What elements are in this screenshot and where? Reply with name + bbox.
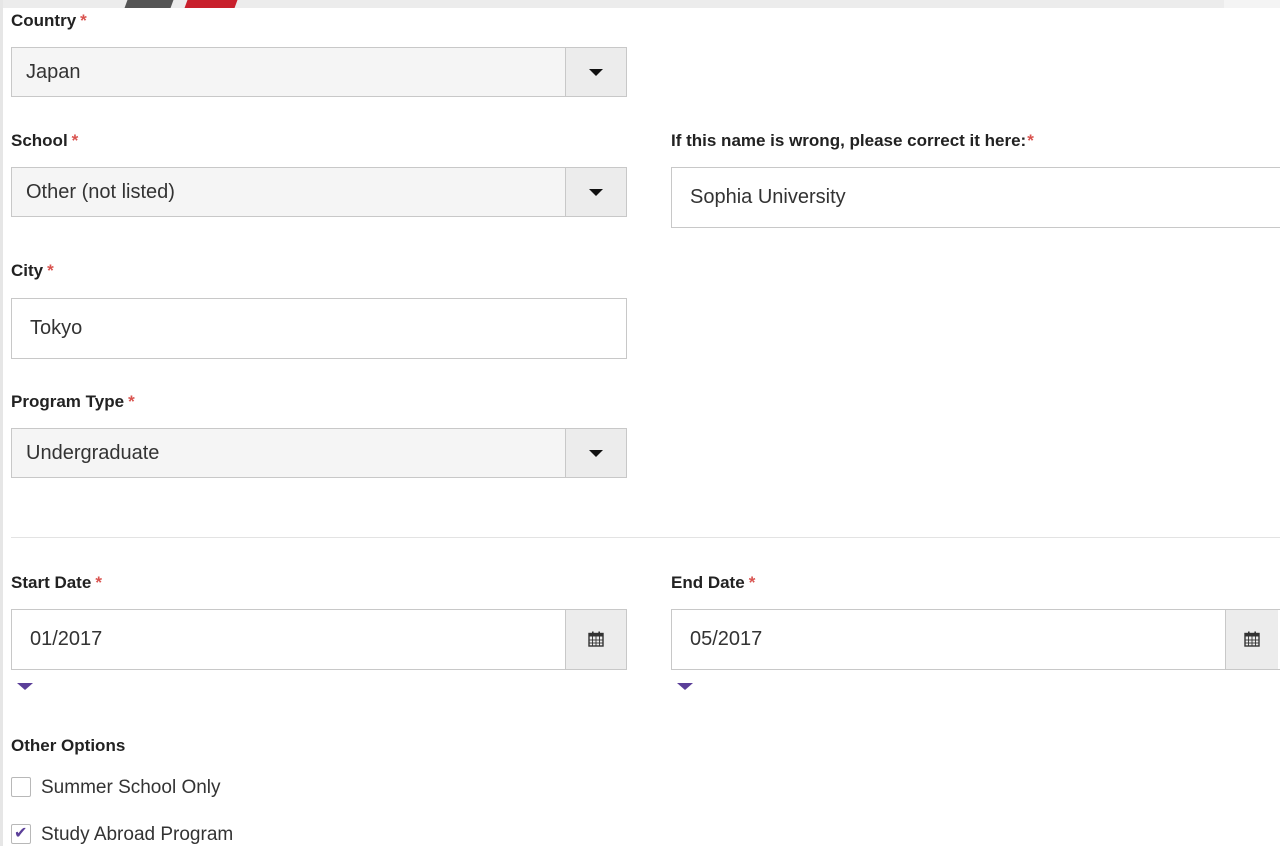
top-tab-dark bbox=[124, 0, 174, 8]
start-date-label: Start Date * bbox=[11, 573, 102, 593]
end-date-label-text: End Date bbox=[671, 573, 745, 592]
start-date-input-value: 01/2017 bbox=[30, 628, 103, 650]
school-select-value: Other (not listed) bbox=[26, 181, 175, 203]
required-marker: * bbox=[1027, 131, 1034, 150]
program-type-select-value: Undergraduate bbox=[26, 442, 160, 464]
start-date-dropdown-indicator-icon[interactable] bbox=[17, 683, 33, 690]
school-correction-input-value: Sophia University bbox=[690, 186, 846, 208]
end-date-calendar-button[interactable] bbox=[1225, 610, 1278, 669]
program-type-label-text: Program Type bbox=[11, 392, 125, 411]
top-tab-red bbox=[184, 0, 238, 8]
city-input-value: Tokyo bbox=[30, 317, 83, 339]
study-abroad-program-checkbox[interactable]: ✔ bbox=[11, 824, 31, 844]
program-type-select[interactable]: Undergraduate bbox=[11, 428, 627, 478]
top-right-edge bbox=[1224, 0, 1280, 8]
calendar-icon bbox=[1244, 631, 1260, 647]
required-marker: * bbox=[748, 573, 756, 592]
end-date-input[interactable]: 05/2017 bbox=[671, 609, 1280, 670]
country-label-text: Country bbox=[11, 11, 77, 30]
required-marker: * bbox=[128, 392, 135, 411]
country-select-value: Japan bbox=[26, 61, 81, 83]
start-date-input[interactable]: 01/2017 bbox=[11, 609, 627, 670]
end-date-label: End Date * bbox=[671, 573, 755, 593]
school-label: School * bbox=[11, 131, 78, 151]
chevron-down-icon bbox=[589, 450, 603, 457]
summer-school-only-checkbox[interactable] bbox=[11, 777, 31, 797]
city-input[interactable]: Tokyo bbox=[11, 298, 627, 359]
calendar-icon bbox=[588, 631, 604, 647]
required-marker: * bbox=[47, 261, 54, 280]
program-type-dropdown-button[interactable] bbox=[565, 429, 626, 477]
other-options-label-text: Other Options bbox=[11, 736, 126, 755]
application-form-page: Country * Japan School * Other (not listed… bbox=[0, 0, 1280, 846]
start-date-label-text: Start Date bbox=[11, 573, 92, 592]
start-date-calendar-button[interactable] bbox=[565, 610, 626, 669]
city-label-text: City bbox=[11, 261, 44, 280]
school-label-text: School bbox=[11, 131, 68, 150]
section-divider bbox=[11, 537, 1280, 538]
end-date-dropdown-indicator-icon[interactable] bbox=[677, 683, 693, 690]
school-dropdown-button[interactable] bbox=[565, 168, 626, 216]
checkmark-icon: ✔ bbox=[14, 825, 28, 842]
summer-school-only-label[interactable]: Summer School Only bbox=[41, 777, 221, 799]
school-select[interactable]: Other (not listed) bbox=[11, 167, 627, 217]
end-date-input-value: 05/2017 bbox=[690, 628, 763, 650]
required-marker: * bbox=[95, 573, 102, 592]
program-type-label: Program Type * bbox=[11, 392, 135, 412]
study-abroad-program-label[interactable]: Study Abroad Program bbox=[41, 824, 233, 846]
chevron-down-icon bbox=[589, 69, 603, 76]
required-marker: * bbox=[71, 131, 79, 150]
country-dropdown-button[interactable] bbox=[565, 48, 626, 96]
school-correction-label: If this name is wrong, please correct it… bbox=[671, 131, 1034, 151]
required-marker: * bbox=[80, 11, 87, 30]
chevron-down-icon bbox=[589, 189, 603, 196]
school-correction-input[interactable]: Sophia University bbox=[671, 167, 1280, 228]
country-label: Country * bbox=[11, 11, 87, 31]
other-options-label: Other Options bbox=[11, 736, 125, 756]
school-correction-label-text: If this name is wrong, please correct it… bbox=[671, 131, 1027, 150]
country-select[interactable]: Japan bbox=[11, 47, 627, 97]
city-label: City * bbox=[11, 261, 54, 281]
left-edge bbox=[0, 0, 3, 846]
